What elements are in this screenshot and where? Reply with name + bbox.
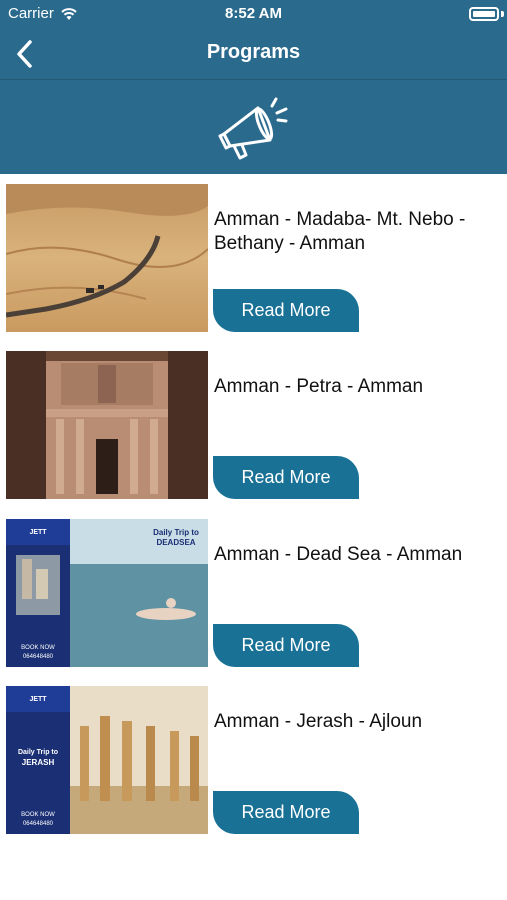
flyer-heading: Daily Trip to (153, 528, 199, 537)
flyer-place: JERASH (22, 758, 55, 767)
svg-text:JETT: JETT (29, 529, 47, 536)
program-title: Amman - Dead Sea - Amman (214, 544, 463, 565)
program-title: Amman - Madaba- Mt. Nebo - Bethany - Amm… (214, 209, 466, 254)
flyer-book: BOOK NOW (21, 812, 55, 818)
deadsea-flyer: JETT Daily Trip to DEADSEA BOOK NOW 0646… (6, 519, 208, 667)
list-item: Amman - Petra - Amman Read More (0, 341, 507, 499)
program-thumbnail[interactable]: JETT Daily Trip to DEADSEA BOOK NOW 0646… (6, 519, 208, 667)
read-more-button[interactable]: Read More (213, 289, 359, 332)
svg-text:JETT: JETT (29, 696, 47, 703)
header: Carrier 8:52 AM Programs (0, 0, 507, 174)
nav-bar: Programs (0, 28, 507, 80)
read-more-button[interactable]: Read More (213, 456, 359, 499)
list-item: JETT Daily Trip to DEADSEA BOOK NOW 0646… (0, 509, 507, 667)
program-title: Amman - Petra - Amman (214, 376, 424, 397)
flyer-phone: 064648480 (23, 654, 54, 660)
flyer-book: BOOK NOW (21, 645, 55, 651)
flyer-place: DEADSEA (156, 538, 195, 547)
read-more-button[interactable]: Read More (213, 791, 359, 834)
list-item: Amman - Madaba- Mt. Nebo - Bethany - Amm… (0, 174, 507, 332)
program-thumbnail[interactable] (6, 184, 208, 332)
read-more-button[interactable]: Read More (213, 624, 359, 667)
megaphone-icon (218, 97, 288, 160)
battery-tip (501, 11, 504, 17)
petra-treasury-photo (6, 351, 208, 499)
flyer-heading: Daily Trip to (18, 749, 58, 756)
flyer-phone: 064648480 (23, 821, 54, 827)
status-bar: Carrier 8:52 AM (0, 0, 507, 28)
jerash-flyer: JETT Daily Trip to JERASH BOOK NOW 06464… (6, 686, 208, 834)
program-thumbnail[interactable] (6, 351, 208, 499)
page-title: Programs (206, 41, 301, 63)
desert-road-photo (6, 184, 208, 332)
program-title: Amman - Jerash - Ajloun (214, 711, 423, 732)
battery-icon (469, 7, 499, 21)
list-item: JETT Daily Trip to JERASH BOOK NOW 06464… (0, 676, 507, 834)
clock: 8:52 AM (225, 5, 282, 22)
program-thumbnail[interactable]: JETT Daily Trip to JERASH BOOK NOW 06464… (6, 686, 208, 834)
